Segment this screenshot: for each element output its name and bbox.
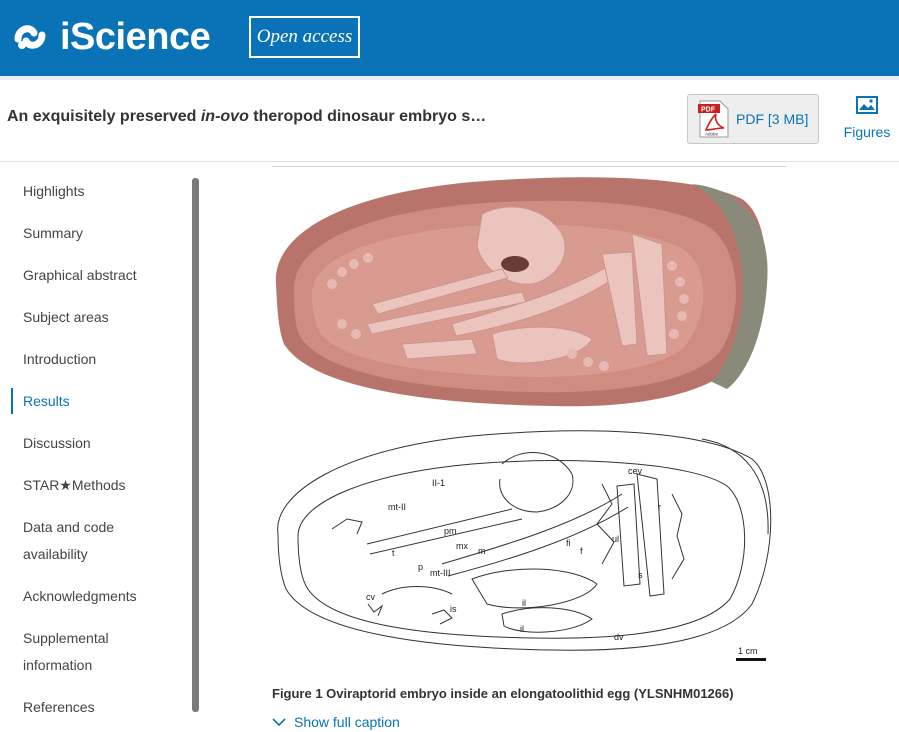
sidebar-item-references[interactable]: References [23, 694, 95, 721]
sidebar-scrollbar[interactable] [192, 178, 199, 712]
label-il-1: il [522, 598, 526, 608]
svg-text:PDF: PDF [701, 107, 716, 114]
iscience-logo-icon [14, 25, 46, 49]
svg-text:Adobe: Adobe [705, 132, 719, 137]
sidebar-item-introduction[interactable]: Introduction [23, 346, 96, 373]
label-r: r [658, 502, 661, 512]
label-pm: pm [444, 526, 457, 536]
figure-caption: Figure 1 Oviraptorid embryo inside an el… [272, 686, 734, 701]
sidebar-item-results[interactable]: Results [23, 388, 70, 415]
sidebar-item-summary[interactable]: Summary [23, 220, 83, 247]
label-ul: ul [612, 534, 619, 544]
figures-button[interactable]: Figures [840, 92, 894, 142]
anatomical-labels: cev r II-1 mt-II pm mx m t p mt-III fi f… [366, 466, 661, 642]
label-mt-iii: mt-III [430, 568, 451, 578]
label-s: s [638, 570, 643, 580]
label-mt-ii: mt-II [388, 502, 406, 512]
label-t: t [392, 548, 395, 558]
label-f: f [580, 546, 583, 556]
show-full-caption-label: Show full caption [294, 714, 400, 730]
label-ii-1: II-1 [432, 478, 445, 488]
active-section-indicator [11, 388, 13, 414]
site-header: iScience Open access [0, 0, 899, 76]
scale-bar-label: 1 cm [738, 646, 758, 656]
article-outline-sidebar: Highlights Summary Graphical abstract Su… [0, 166, 205, 732]
pdf-button-label: PDF [3 MB] [736, 111, 809, 127]
article-title: An exquisitely preserved in-ovo theropod… [7, 108, 487, 125]
pdf-file-icon: PDF Adobe [698, 100, 729, 138]
open-access-badge: Open access [249, 16, 360, 58]
embryo-line-drawing [277, 430, 772, 651]
article-toolbar: An exquisitely preserved in-ovo theropod… [0, 76, 899, 162]
figure-1-image[interactable]: cev r II-1 mt-II pm mx m t p mt-III fi f… [272, 174, 792, 674]
label-mx: mx [456, 541, 468, 551]
egg-photo [275, 177, 768, 407]
label-is: is [450, 604, 457, 614]
label-fi: fi [566, 538, 571, 548]
brand-name: iScience [60, 16, 211, 58]
pdf-download-button[interactable]: PDF Adobe PDF [3 MB] [687, 94, 819, 144]
label-cev: cev [628, 466, 643, 476]
sidebar-item-highlights[interactable]: Highlights [23, 178, 84, 205]
sidebar-item-supplemental[interactable]: Supplemental information [23, 625, 123, 679]
sidebar-item-discussion[interactable]: Discussion [23, 430, 91, 457]
label-il-2: il [520, 624, 524, 634]
label-m: m [478, 546, 486, 556]
show-full-caption-link[interactable]: Show full caption [272, 714, 400, 730]
label-cv: cv [366, 592, 376, 602]
sidebar-item-star-methods[interactable]: STAR★Methods [23, 472, 126, 499]
iscience-logo[interactable]: iScience [10, 12, 211, 62]
label-p: p [418, 562, 423, 572]
sidebar-item-graphical-abstract[interactable]: Graphical abstract [23, 262, 137, 289]
sidebar-item-acknowledgments[interactable]: Acknowledgments [23, 583, 137, 610]
chevron-down-icon [272, 718, 286, 727]
label-dv: dv [614, 632, 624, 642]
sidebar-item-subject-areas[interactable]: Subject areas [23, 304, 109, 331]
figures-button-label: Figures [843, 124, 891, 140]
sidebar-item-data-and-code[interactable]: Data and code availability [23, 514, 143, 568]
scale-bar: 1 cm [736, 646, 766, 661]
image-icon [856, 96, 878, 114]
section-divider [272, 166, 786, 167]
